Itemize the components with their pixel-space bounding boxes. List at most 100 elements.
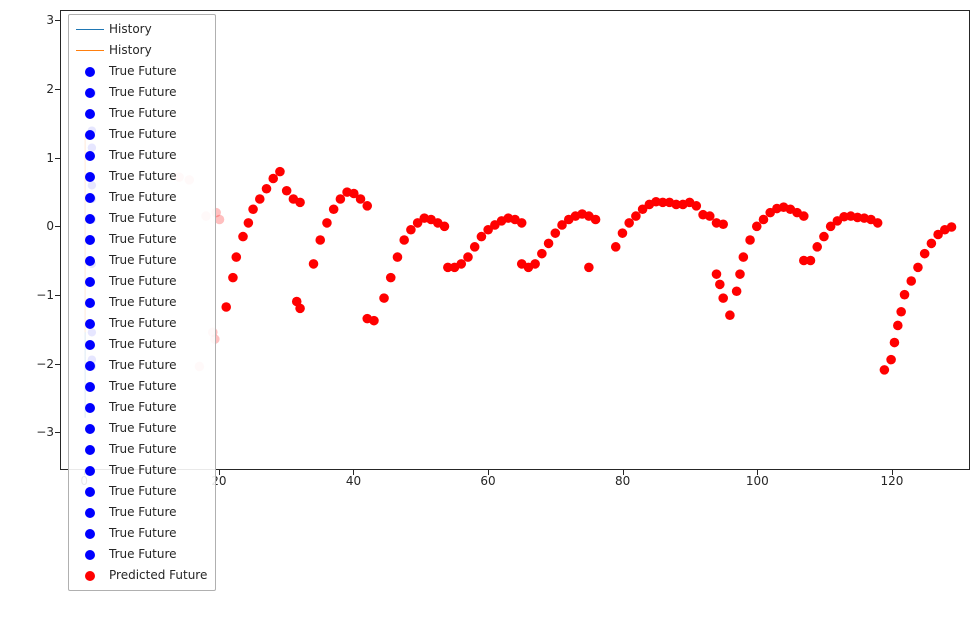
predicted-future-point bbox=[651, 197, 661, 207]
legend-swatch-marker bbox=[75, 276, 105, 287]
legend-entry: True Future bbox=[75, 481, 207, 502]
legend-marker-swatch bbox=[85, 256, 95, 266]
predicted-future-point bbox=[739, 252, 749, 262]
x-tick-label: 60 bbox=[480, 474, 495, 488]
predicted-future-point bbox=[618, 228, 628, 238]
y-tick-label: −3 bbox=[14, 425, 54, 439]
predicted-future-point bbox=[399, 235, 409, 245]
predicted-future-point bbox=[463, 252, 473, 262]
predicted-future-point bbox=[413, 218, 423, 228]
legend-entry: True Future bbox=[75, 355, 207, 376]
y-tick-label: 3 bbox=[14, 13, 54, 27]
predicted-future-point bbox=[268, 174, 278, 184]
predicted-future-point bbox=[853, 213, 863, 223]
predicted-future-point bbox=[692, 201, 702, 211]
predicted-future-point bbox=[510, 215, 520, 225]
predicted-future-point bbox=[483, 225, 493, 235]
legend-entry: True Future bbox=[75, 103, 207, 124]
legend-label: True Future bbox=[109, 359, 177, 372]
legend-label: True Future bbox=[109, 170, 177, 183]
predicted-future-point bbox=[819, 232, 829, 242]
legend-entry: True Future bbox=[75, 292, 207, 313]
legend-label: Predicted Future bbox=[109, 569, 207, 582]
predicted-future-point bbox=[440, 222, 450, 232]
legend-label: True Future bbox=[109, 464, 177, 477]
predicted-future-point bbox=[537, 249, 547, 259]
predicted-future-point bbox=[886, 355, 896, 365]
legend-line-swatch bbox=[76, 50, 104, 52]
predicted-future-point bbox=[896, 307, 906, 317]
y-tick-label: 0 bbox=[14, 219, 54, 233]
legend-swatch-marker bbox=[75, 381, 105, 392]
x-tick-label: 80 bbox=[615, 474, 630, 488]
figure: 020406080100120 −3−2−10123 HistoryHistor… bbox=[0, 0, 980, 617]
predicted-future-point bbox=[255, 194, 265, 204]
legend-swatch-marker bbox=[75, 171, 105, 182]
legend-label: True Future bbox=[109, 254, 177, 267]
y-tick-mark bbox=[55, 364, 60, 365]
predicted-future-point bbox=[624, 218, 634, 228]
legend-swatch-marker bbox=[75, 213, 105, 224]
y-tick-label: −2 bbox=[14, 357, 54, 371]
predicted-future-point bbox=[309, 259, 319, 269]
legend-label: True Future bbox=[109, 527, 177, 540]
predicted-future-point bbox=[517, 259, 527, 269]
legend-marker-swatch bbox=[85, 403, 95, 413]
predicted-future-point bbox=[752, 222, 762, 232]
legend-marker-swatch bbox=[85, 277, 95, 287]
legend-label: True Future bbox=[109, 86, 177, 99]
predicted-future-point bbox=[678, 200, 688, 210]
predicted-future-point bbox=[349, 189, 359, 199]
legend-label: True Future bbox=[109, 401, 177, 414]
legend-entry: True Future bbox=[75, 187, 207, 208]
legend-entry: True Future bbox=[75, 460, 207, 481]
predicted-future-point bbox=[839, 212, 849, 222]
legend-swatch-marker bbox=[75, 423, 105, 434]
legend-swatch-line bbox=[75, 45, 105, 56]
predicted-future-point bbox=[698, 210, 708, 220]
predicted-future-point bbox=[890, 338, 900, 348]
legend-label: True Future bbox=[109, 380, 177, 393]
predicted-future-point bbox=[577, 209, 587, 219]
legend-entry: True Future bbox=[75, 502, 207, 523]
predicted-future-point bbox=[873, 218, 883, 228]
predicted-future-point bbox=[900, 290, 910, 300]
predicted-future-point bbox=[671, 200, 681, 210]
predicted-future-point bbox=[725, 310, 735, 320]
legend-entry: True Future bbox=[75, 271, 207, 292]
legend-swatch-marker bbox=[75, 129, 105, 140]
predicted-future-point bbox=[933, 230, 943, 240]
legend-label: True Future bbox=[109, 212, 177, 225]
predicted-future-point bbox=[735, 269, 745, 279]
predicted-future-point bbox=[765, 208, 775, 218]
predicted-future-point bbox=[645, 200, 655, 210]
predicted-future-point bbox=[799, 211, 809, 221]
legend-marker-swatch bbox=[85, 235, 95, 245]
predicted-future-point bbox=[584, 211, 594, 221]
legend-entry: History bbox=[75, 19, 207, 40]
legend-entry: True Future bbox=[75, 523, 207, 544]
predicted-future-point bbox=[369, 316, 379, 326]
predicted-future-point bbox=[792, 208, 802, 218]
legend-label: True Future bbox=[109, 485, 177, 498]
predicted-future-point bbox=[705, 211, 715, 221]
predicted-future-point bbox=[638, 204, 648, 214]
legend-entry: True Future bbox=[75, 418, 207, 439]
legend-swatch-marker bbox=[75, 549, 105, 560]
legend-label: True Future bbox=[109, 275, 177, 288]
predicted-future-point bbox=[231, 252, 241, 262]
predicted-future-point bbox=[732, 286, 742, 296]
predicted-future-point bbox=[564, 215, 574, 225]
legend-swatch-marker bbox=[75, 255, 105, 266]
predicted-future-point bbox=[295, 198, 305, 208]
legend-swatch-marker bbox=[75, 465, 105, 476]
predicted-future-point bbox=[772, 204, 782, 214]
predicted-future-point bbox=[712, 269, 722, 279]
y-tick-label: −1 bbox=[14, 288, 54, 302]
predicted-future-point bbox=[289, 194, 299, 204]
legend-entry: True Future bbox=[75, 376, 207, 397]
predicted-future-point bbox=[611, 242, 621, 252]
y-tick-mark bbox=[55, 20, 60, 21]
x-tick-label: 40 bbox=[346, 474, 361, 488]
predicted-future-point bbox=[379, 293, 389, 303]
